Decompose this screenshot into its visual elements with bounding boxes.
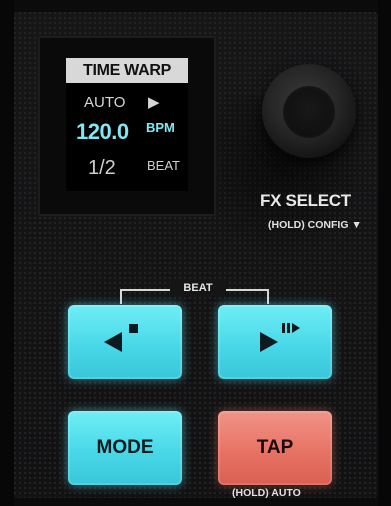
fx-select-label: FX SELECT bbox=[260, 191, 351, 210]
right-edge bbox=[378, 0, 391, 506]
display-beat-fraction: 1/2 bbox=[88, 157, 116, 179]
display-screen: TIME WARP AUTO ▶ 120.0 BPM 1/2 BEAT bbox=[66, 58, 188, 191]
display-bpm-value: 120.0 bbox=[76, 119, 129, 144]
beat-jump-forward-button[interactable] bbox=[218, 305, 332, 379]
fx-select-knob-cap[interactable] bbox=[283, 86, 335, 138]
tap-button[interactable]: TAP bbox=[218, 411, 332, 485]
play-icon: ▶ bbox=[148, 94, 160, 111]
mode-button[interactable]: MODE bbox=[68, 411, 182, 485]
left-edge bbox=[0, 0, 14, 506]
beat-jump-back-button[interactable] bbox=[68, 305, 182, 379]
display-title: TIME WARP bbox=[66, 58, 188, 83]
beat-jump-back-icon bbox=[104, 324, 138, 352]
beat-jump-forward-icon bbox=[260, 323, 300, 352]
display-mode: AUTO bbox=[84, 94, 126, 111]
tap-sublabel: (HOLD) AUTO bbox=[232, 487, 301, 499]
display-beat-label: BEAT bbox=[147, 158, 180, 173]
beat-group-label: BEAT bbox=[170, 280, 226, 296]
fx-select-sublabel: (HOLD) CONFIG ▼ bbox=[268, 219, 362, 231]
display-bpm-unit: BPM bbox=[146, 120, 175, 135]
